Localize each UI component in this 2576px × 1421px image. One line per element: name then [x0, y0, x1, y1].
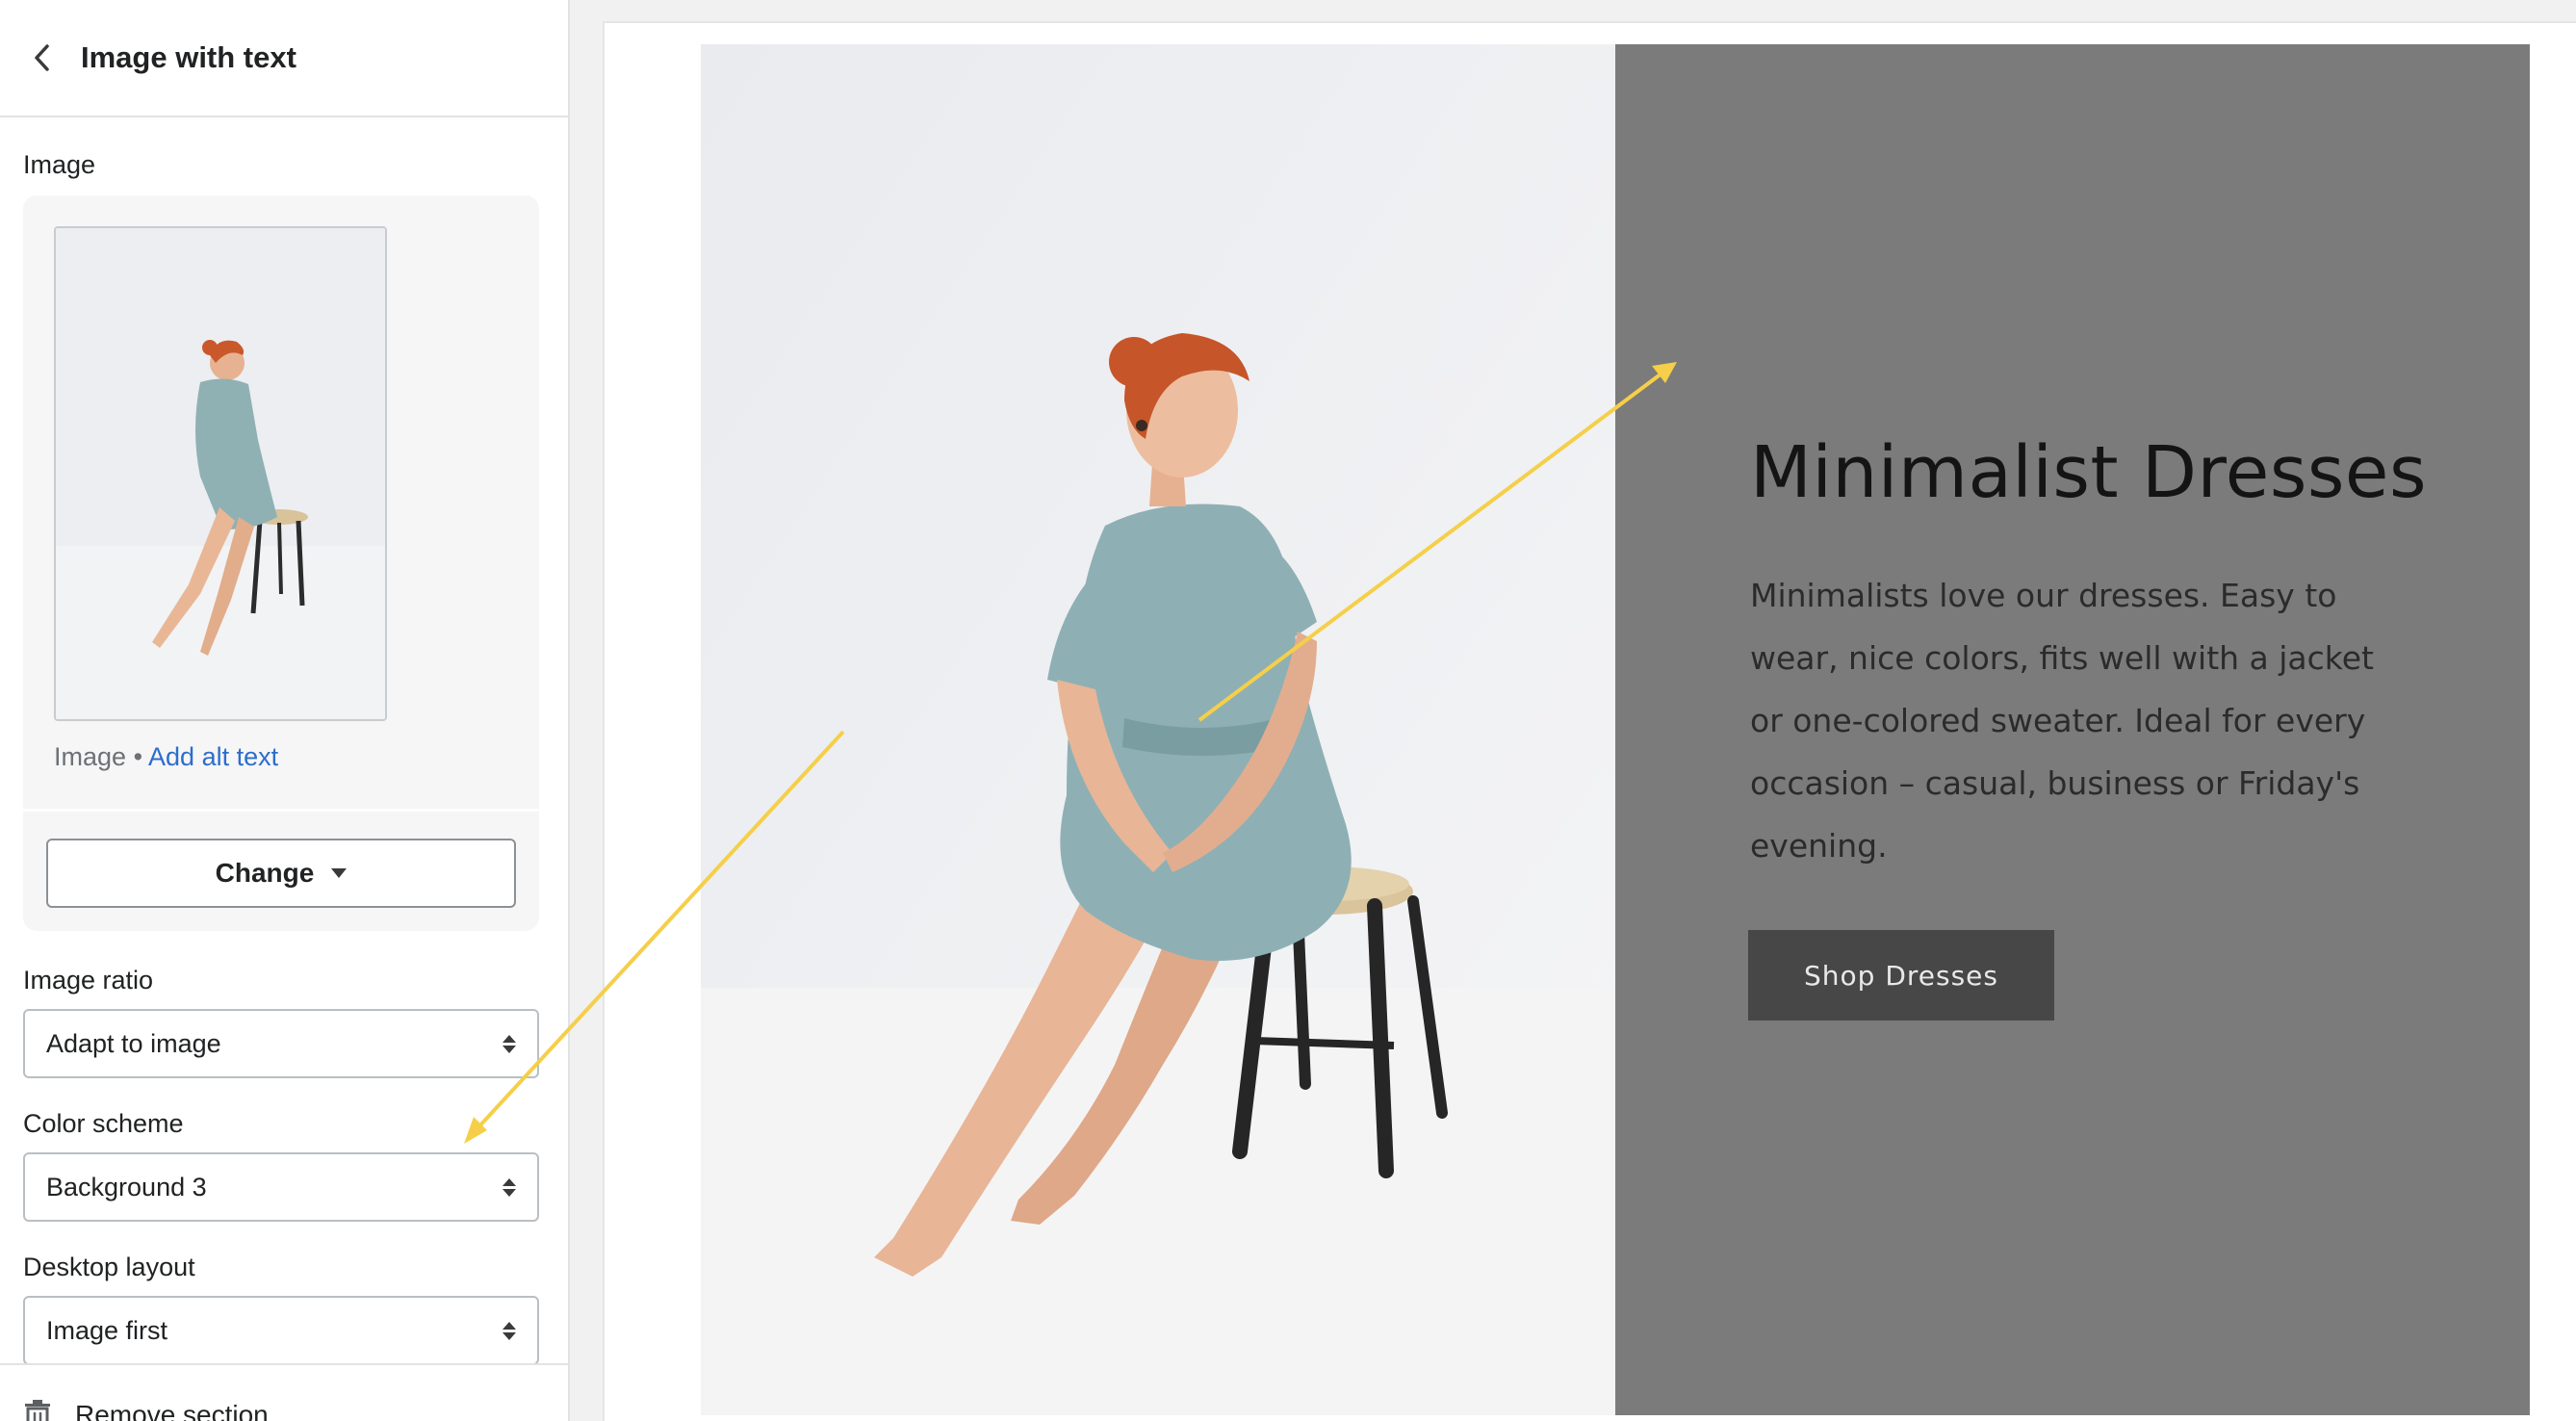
sidebar-body: Image Image • Add alt text Change Image …	[0, 117, 568, 1365]
chevron-left-icon	[35, 44, 49, 71]
text-panel: Minimalist Dresses Minimalists love our …	[1615, 44, 2530, 1415]
theme-preview: Minimalist Dresses Minimalists love our …	[603, 21, 2576, 1421]
remove-section-label: Remove section	[75, 1400, 269, 1421]
meta-separator: •	[133, 742, 143, 771]
select-arrows-icon	[502, 1034, 516, 1053]
image-thumbnail[interactable]	[54, 226, 387, 721]
shop-dresses-button[interactable]: Shop Dresses	[1748, 930, 2054, 1021]
color-scheme-value: Background 3	[46, 1172, 207, 1201]
select-arrows-icon	[502, 1321, 516, 1340]
image-type-text: Image	[54, 742, 127, 771]
image-ratio-value: Adapt to image	[46, 1028, 221, 1058]
change-image-button[interactable]: Change	[46, 839, 516, 908]
change-button-label: Change	[215, 858, 315, 888]
add-alt-text-link[interactable]: Add alt text	[148, 742, 278, 771]
sidebar-header: Image with text	[0, 0, 568, 117]
trash-icon	[25, 1400, 50, 1421]
color-scheme-label: Color scheme	[23, 1109, 184, 1138]
image-label: Image	[23, 150, 96, 179]
desktop-layout-select[interactable]: Image first	[23, 1296, 539, 1365]
section-heading: Minimalist Dresses	[1750, 431, 2428, 514]
select-arrows-icon	[502, 1177, 516, 1197]
desktop-layout-value: Image first	[46, 1315, 168, 1345]
image-picker-card: Image • Add alt text Change	[23, 195, 539, 931]
image-meta: Image • Add alt text	[54, 742, 278, 772]
color-scheme-select[interactable]: Background 3	[23, 1152, 539, 1222]
desktop-layout-label: Desktop layout	[23, 1253, 195, 1281]
section-image[interactable]	[701, 44, 1615, 1415]
image-ratio-label: Image ratio	[23, 966, 154, 995]
image-ratio-select[interactable]: Adapt to image	[23, 1009, 539, 1078]
section-title: Image with text	[81, 40, 296, 74]
image-preview-area: Image • Add alt text	[23, 195, 539, 812]
caret-down-icon	[331, 868, 348, 878]
sidebar-footer: Remove section	[0, 1363, 568, 1421]
section-body-text: Minimalists love our dresses. Easy to we…	[1750, 577, 2374, 865]
woman-on-stool-photo	[701, 44, 1615, 1415]
back-button[interactable]	[29, 44, 56, 71]
settings-sidebar: Image with text Image Image • Add alt te…	[0, 0, 570, 1421]
woman-on-stool-thumbnail	[56, 228, 385, 719]
remove-section-button[interactable]: Remove section	[23, 1400, 269, 1421]
